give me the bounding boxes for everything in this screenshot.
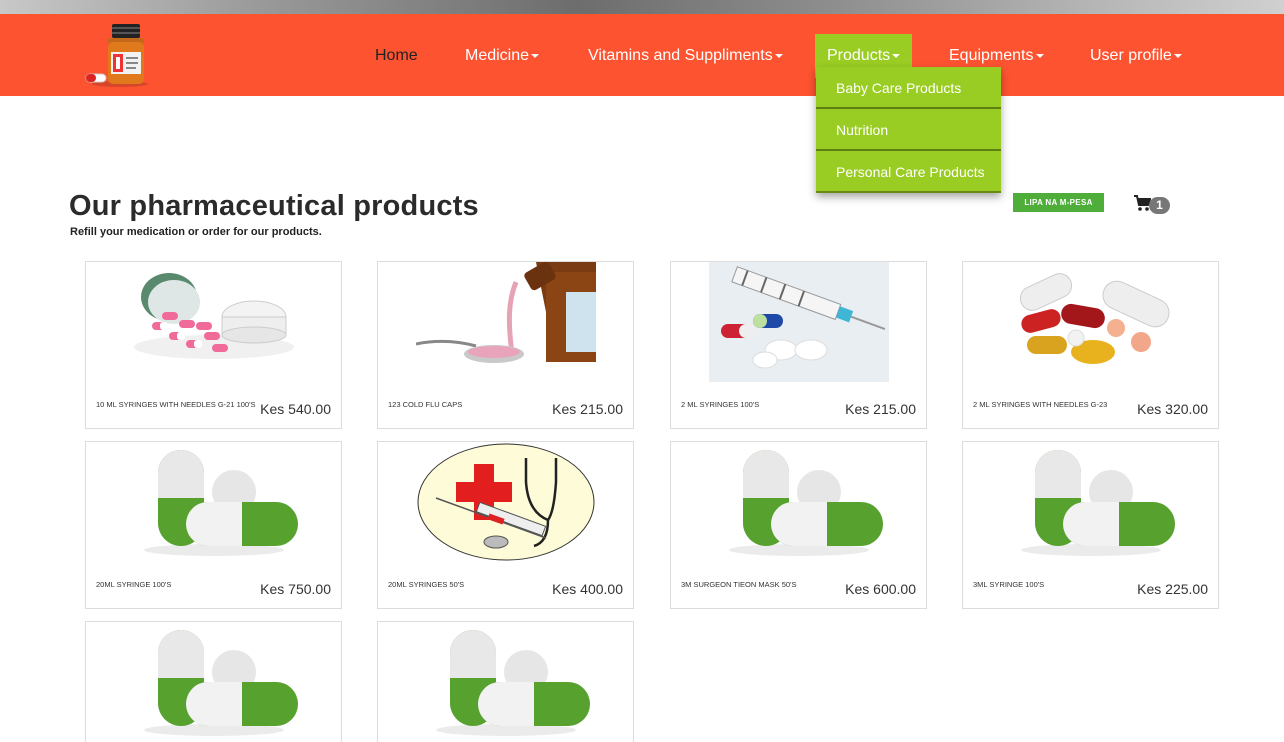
green-capsules-image [124,442,304,562]
top-banner-strip [0,0,1284,14]
product-name: 123 COLD FLU CAPS [388,400,463,409]
pharmacy-logo-icon[interactable] [82,22,152,88]
nav-user-profile-label: User profile [1090,47,1172,64]
syringe-pills-image [709,262,889,382]
green-capsules-image [1001,442,1181,562]
product-name: 10 ML SYRINGES WITH NEEDLES G-21 100'S [96,400,256,409]
lipa-na-mpesa-button[interactable]: LIPA NA M-PESA [1013,193,1104,212]
cart-button[interactable]: 1 [1133,193,1173,217]
product-card[interactable]: 20ML SYRINGES 50's Kes 400.00 [377,441,634,609]
assorted-pills-image [1001,262,1181,382]
product-name: 2 ML SYRINGES WITH NEEDLES G-23 [973,400,1108,409]
nav-vitamins[interactable]: Vitamins and Suppliments [576,34,795,78]
products-dropdown-menu: Baby Care Products Nutrition Personal Ca… [816,67,1001,193]
green-capsules-image [124,622,304,742]
product-price: Kes 750.00 [260,581,331,597]
chevron-down-icon [1173,53,1182,58]
product-name: 3M SURGEON TIEON MASK 50'S [681,580,797,589]
product-price: Kes 215.00 [845,401,916,417]
pills-bottle-image [124,262,304,382]
navbar: Home Medicine Vitamins and Suppliments P… [0,14,1284,96]
nav-equipments-label: Equipments [949,47,1034,64]
product-card[interactable]: 2 ML SYRINGES 100'S Kes 215.00 [670,261,927,429]
product-name: 3ML SYRINGE 100'S [973,580,1045,589]
nav-medicine-label: Medicine [465,47,530,64]
product-card[interactable]: 10 ML SYRINGES WITH NEEDLES G-21 100'S K… [85,261,342,429]
page-title: Our pharmaceutical products [69,190,479,222]
nav-medicine[interactable]: Medicine [453,34,551,78]
dropdown-item-nutrition[interactable]: Nutrition [816,109,1001,151]
product-price: Kes 540.00 [260,401,331,417]
page-subtitle: Refill your medication or order for our … [70,226,322,238]
green-capsules-image [416,622,596,742]
nav-user-profile[interactable]: User profile [1078,34,1194,78]
nav-home-label: Home [375,47,418,64]
chevron-down-icon [892,53,901,58]
product-name: 20ML SYRINGE 100'S [96,580,172,589]
dropdown-item-personal-care[interactable]: Personal Care Products [816,151,1001,193]
chevron-down-icon [774,53,783,58]
syrup-spoon-image [415,262,596,382]
product-card[interactable]: 123 COLD FLU CAPS Kes 215.00 [377,261,634,429]
chevron-down-icon [531,53,540,58]
product-card[interactable]: 3M SURGEON TIEON MASK 50'S Kes 600.00 [670,441,927,609]
product-price: Kes 215.00 [552,401,623,417]
nav-products-label: Products [827,47,891,64]
product-price: Kes 400.00 [552,581,623,597]
product-card[interactable] [377,621,634,742]
product-card[interactable]: 2 ML SYRINGES WITH NEEDLES G-23 Kes 320.… [962,261,1219,429]
product-price: Kes 225.00 [1137,581,1208,597]
medical-emblem-image [416,442,596,562]
product-card[interactable] [85,621,342,742]
product-name: 20ML SYRINGES 50's [388,580,465,589]
product-card[interactable]: 3ML SYRINGE 100'S Kes 225.00 [962,441,1219,609]
green-capsules-image [709,442,889,562]
product-price: Kes 600.00 [845,581,916,597]
nav-home[interactable]: Home [363,34,430,78]
dropdown-item-baby-care[interactable]: Baby Care Products [816,67,1001,109]
product-name: 2 ML SYRINGES 100'S [681,400,760,409]
chevron-down-icon [1035,53,1044,58]
product-price: Kes 320.00 [1137,401,1208,417]
product-card[interactable]: 20ML SYRINGE 100'S Kes 750.00 [85,441,342,609]
cart-count-badge: 1 [1149,197,1170,214]
nav-vitamins-label: Vitamins and Suppliments [588,47,773,64]
